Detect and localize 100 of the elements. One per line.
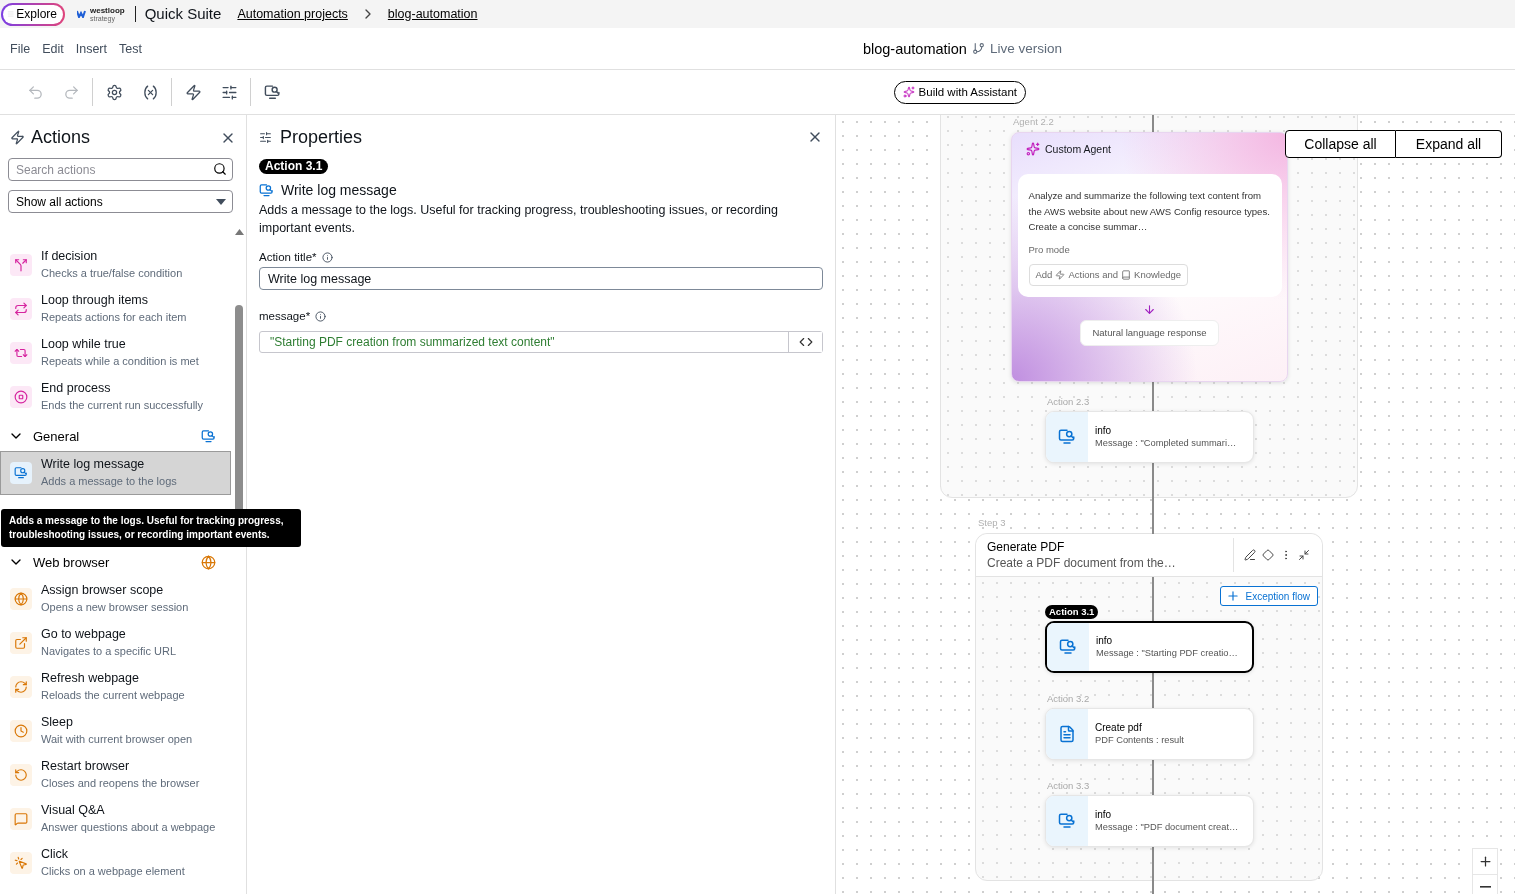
minus-icon bbox=[1479, 886, 1491, 888]
action-description: Wait with current browser open bbox=[41, 732, 193, 747]
action-description: Navigates to a specific URL bbox=[41, 644, 177, 659]
monitor-search-icon bbox=[1058, 812, 1076, 830]
action-list-item[interactable]: End process Ends the current run successfully bbox=[0, 375, 231, 419]
logo-name: westloop bbox=[90, 6, 125, 15]
action-list-item[interactable]: Loop while true Repeats while a condition is met bbox=[0, 331, 231, 375]
info-icon[interactable] bbox=[315, 310, 327, 322]
action-description: Closes and reopens the browser bbox=[41, 776, 200, 791]
action-node[interactable]: Create pdf PDF Contents : result bbox=[1045, 708, 1254, 760]
external-link-icon bbox=[14, 636, 28, 650]
filter-dropdown[interactable]: Show all actions bbox=[8, 190, 233, 213]
code-button[interactable] bbox=[788, 332, 822, 352]
lightning-icon bbox=[184, 83, 202, 101]
action-list-item[interactable]: Write log message Adds a message to the logs bbox=[0, 451, 231, 495]
minimize-button[interactable] bbox=[1298, 549, 1310, 561]
action-node[interactable]: info Message : "PDF document creat… bbox=[1045, 795, 1254, 847]
book-icon bbox=[1121, 269, 1132, 280]
document-title: blog-automation bbox=[862, 40, 967, 57]
action-list-item[interactable]: Restart browser Closes and reopens the browser bbox=[0, 753, 231, 797]
redo-icon bbox=[62, 83, 80, 101]
scroll-up-icon[interactable] bbox=[234, 229, 244, 235]
node-detail: PDF Contents : result bbox=[1095, 734, 1184, 747]
menu-item[interactable]: Edit bbox=[42, 41, 64, 56]
agent-label: Agent 2.2 bbox=[1013, 115, 1055, 129]
add-actions-knowledge-button[interactable]: Add Actions and Knowledge bbox=[1028, 263, 1189, 286]
action-list-item[interactable]: Visual Q&A Answer questions about a webpage bbox=[0, 797, 231, 841]
field-label: message* bbox=[259, 310, 311, 322]
lightning-icon bbox=[10, 130, 25, 145]
mode-label: Pro mode bbox=[1028, 243, 1071, 255]
build-with-assistant-button[interactable]: Build with Assistant bbox=[893, 80, 1026, 104]
action-list-item[interactable]: Sleep Wait with current browser open bbox=[0, 709, 231, 753]
menu-icon bbox=[7, 8, 15, 20]
output-chip: Natural language response bbox=[1080, 319, 1219, 346]
sliders-icon bbox=[259, 130, 272, 144]
info-icon[interactable] bbox=[321, 251, 333, 263]
exception-flow-button[interactable]: Exception flow bbox=[1219, 586, 1318, 606]
action-description: Adds a message to the logs. Useful for tracking progress, troubleshooting issues, or recording important events. bbox=[259, 202, 780, 237]
action-list-item[interactable]: Loop through items Repeats actions for each item bbox=[0, 287, 231, 331]
globe-icon bbox=[14, 592, 28, 606]
action-title: Loop through items bbox=[41, 292, 149, 309]
expression-field[interactable]: "Starting PDF creation from summarized text content" bbox=[259, 331, 823, 353]
caret-icon bbox=[216, 198, 226, 205]
branch-icon bbox=[971, 42, 985, 55]
search-field[interactable]: Search actions bbox=[8, 158, 233, 181]
group-header[interactable]: General bbox=[0, 421, 232, 451]
edit-button[interactable] bbox=[1244, 549, 1256, 561]
panel-title: Properties bbox=[280, 126, 364, 148]
monitor-search-icon bbox=[1058, 428, 1076, 446]
action-title: If decision bbox=[41, 248, 99, 265]
action-description: Adds a message to the logs bbox=[41, 474, 177, 489]
monitor-search-icon bbox=[263, 83, 281, 101]
action-list-item[interactable]: If decision Checks a true/false condition bbox=[0, 243, 231, 287]
action-description: Repeats actions for each item bbox=[41, 310, 187, 325]
action-list-item[interactable]: Assign browser scope Opens a new browser session bbox=[0, 577, 231, 621]
menu-item[interactable]: File bbox=[10, 41, 31, 56]
menu-item[interactable]: Test bbox=[118, 41, 142, 56]
explore-button[interactable]: Explore bbox=[1, 2, 65, 26]
expand-all-button[interactable]: Expand all bbox=[1396, 130, 1502, 158]
panel-title: Actions bbox=[31, 127, 92, 148]
action-title: Assign browser scope bbox=[41, 582, 165, 599]
breadcrumb-link[interactable]: blog-automation bbox=[387, 7, 478, 21]
action-node[interactable]: info Message : "Completed summari… bbox=[1045, 411, 1254, 463]
menu-item[interactable]: Insert bbox=[75, 41, 107, 56]
action-title: Go to webpage bbox=[41, 626, 127, 643]
node-detail: Message : "Completed summari… bbox=[1095, 437, 1237, 450]
settings-icon bbox=[105, 83, 123, 101]
node-title: info bbox=[1095, 424, 1113, 437]
action-description: Clicks on a webpage element bbox=[41, 864, 185, 879]
group-header[interactable]: Web browser bbox=[0, 547, 232, 577]
diamond-button[interactable] bbox=[1262, 549, 1274, 561]
breadcrumb-link[interactable]: Automation projects bbox=[237, 7, 348, 21]
node-detail: Message : "Starting PDF creatio… bbox=[1096, 647, 1238, 660]
action-list-item[interactable]: Refresh webpage Reloads the current webpage bbox=[0, 665, 231, 709]
action-node[interactable]: info Message : "Starting PDF creatio… bbox=[1045, 621, 1254, 673]
pointer-click-icon bbox=[14, 856, 28, 870]
action-list-item[interactable]: Go to webpage Navigates to a specific URL bbox=[0, 621, 231, 665]
action-title: Sleep bbox=[41, 714, 74, 731]
action-description: Answer questions about a webpage bbox=[41, 820, 216, 835]
action-list-item[interactable]: Click Clicks on a webpage element bbox=[0, 841, 231, 885]
action-title: Click bbox=[41, 846, 70, 863]
action-description: Ends the current run successfully bbox=[41, 398, 204, 413]
selected-action-badge: Action 3.1 bbox=[1045, 605, 1099, 619]
plus-icon bbox=[1225, 589, 1240, 603]
chat-icon bbox=[14, 812, 28, 826]
minimize-icon bbox=[1298, 549, 1310, 561]
agent-card[interactable] bbox=[1011, 132, 1288, 382]
node-title: info bbox=[1096, 634, 1114, 647]
refresh-icon bbox=[14, 680, 28, 694]
step-subtitle: Create a PDF document from the… bbox=[987, 554, 1177, 572]
split-icon bbox=[14, 258, 28, 272]
version-label: Live version bbox=[989, 41, 1062, 56]
monitor-search-icon bbox=[201, 428, 216, 444]
pen-icon bbox=[1244, 549, 1256, 561]
loop-icon bbox=[14, 346, 28, 360]
document-icon bbox=[1058, 725, 1076, 743]
monitor-search-icon bbox=[259, 182, 274, 198]
stop-icon bbox=[14, 390, 28, 404]
text-field[interactable]: Write log message bbox=[259, 267, 823, 290]
collapse-all-button[interactable]: Collapse all bbox=[1285, 130, 1396, 158]
